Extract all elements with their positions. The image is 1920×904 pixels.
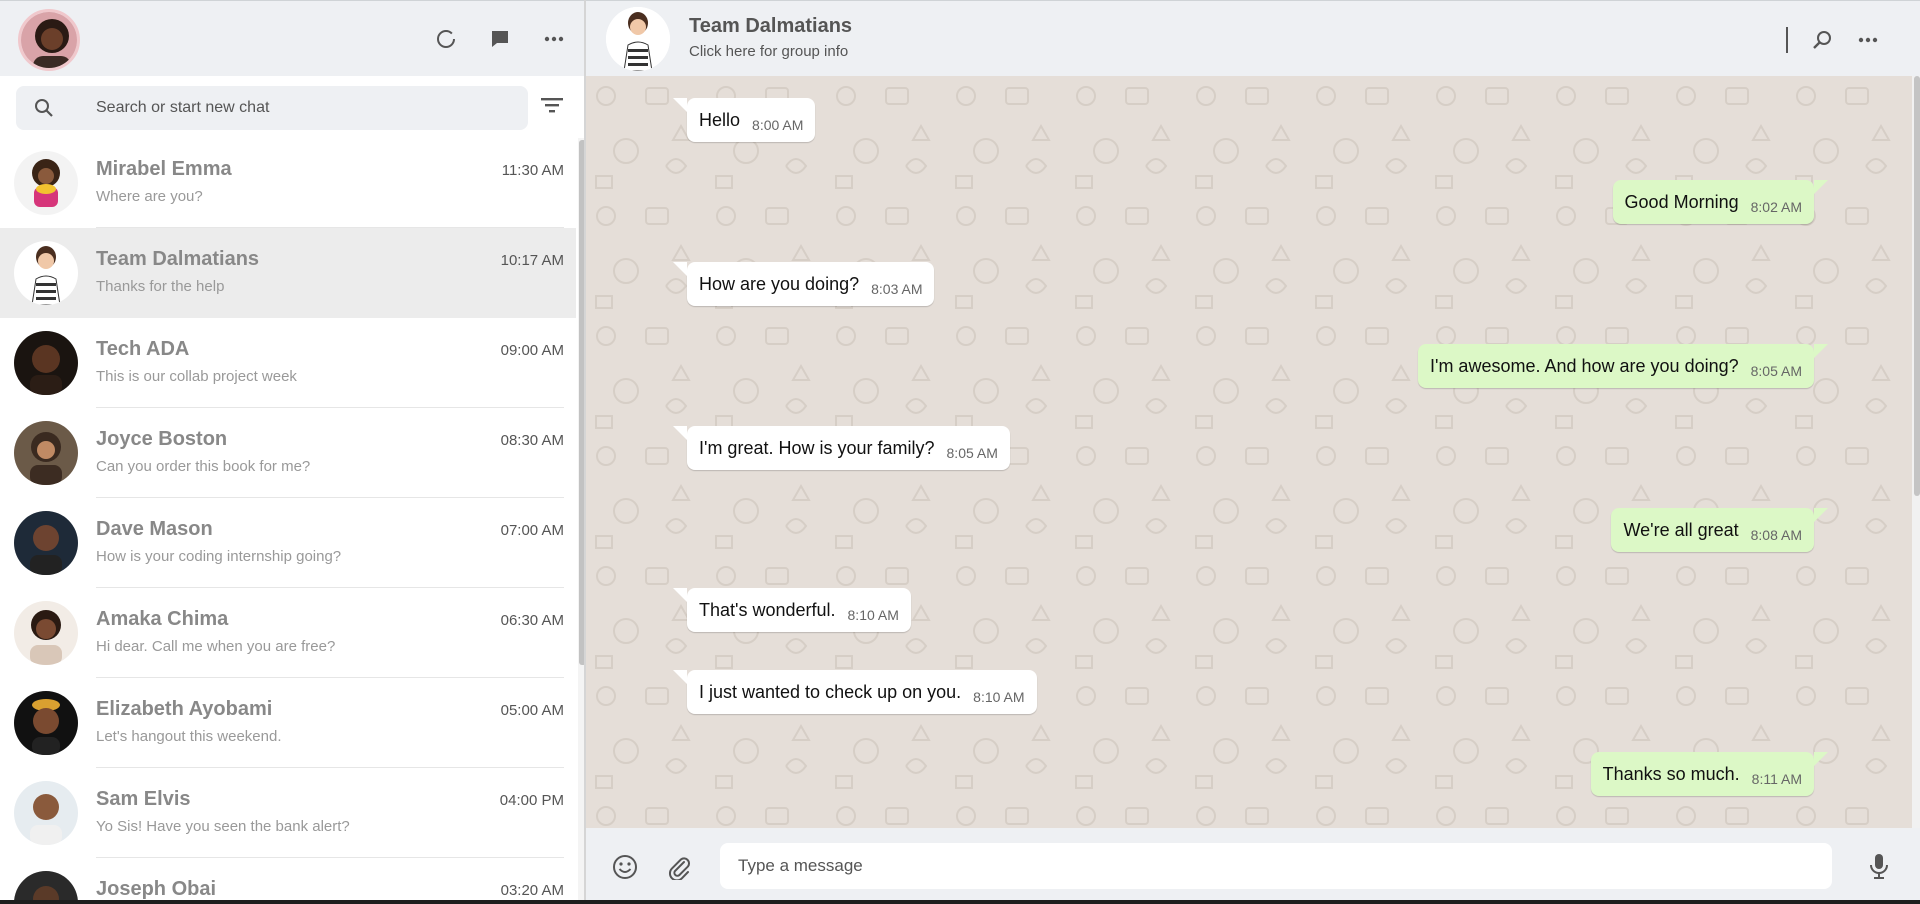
message-time: 8:03 AM — [871, 281, 923, 297]
message-text: I'm great. How is your family? — [699, 437, 935, 458]
incoming-message[interactable]: How are you doing? 8:03 AM — [672, 262, 935, 306]
message-text: Good Morning — [1624, 191, 1739, 212]
contact-avatar — [14, 781, 78, 845]
last-message: This is our collab project week — [96, 368, 297, 385]
message-time: 05:00 AM — [500, 702, 564, 719]
message-time: 8:05 AM — [1750, 363, 1802, 379]
chat-list-item[interactable]: Elizabeth Ayobami Let's hangout this wee… — [0, 678, 576, 768]
conversation-subtitle: Click here for group info — [689, 43, 849, 60]
contact-name: Team Dalmatians — [96, 248, 260, 270]
contact-name: Elizabeth Ayobami — [96, 698, 273, 720]
chat-list-item[interactable]: Dave Mason How is your coding internship… — [0, 498, 576, 588]
my-avatar[interactable] — [18, 9, 80, 71]
chat-list-item[interactable]: Tech ADA This is our collab project week… — [0, 318, 576, 408]
contact-avatar — [14, 421, 78, 485]
chat-list-item[interactable]: Joyce Boston Can you order this book for… — [0, 408, 576, 498]
contact-name: Dave Mason — [96, 518, 213, 540]
group-avatar[interactable] — [606, 7, 670, 71]
message-text: We're all great — [1623, 519, 1739, 540]
chat-list-item-active[interactable]: Team Dalmatians Thanks for the help 10:1… — [0, 228, 576, 318]
incoming-message[interactable]: That's wonderful. 8:10 AM — [673, 588, 911, 632]
last-message: Can you order this book for me? — [96, 458, 311, 475]
message-time: 04:00 PM — [499, 792, 564, 809]
menu-icon[interactable] — [542, 27, 566, 51]
message-text: I just wanted to check up on you. — [699, 681, 962, 702]
chat-list-scroll-thumb[interactable] — [579, 140, 584, 665]
message-time: 09:00 AM — [500, 342, 564, 359]
search-input[interactable] — [96, 86, 516, 130]
message-area[interactable]: Hello 8:00 AM Good Morning 8:02 AM How a… — [586, 76, 1920, 828]
new-chat-icon[interactable] — [488, 27, 512, 51]
outgoing-message[interactable]: Thanks so much. 8:11 AM — [1590, 752, 1829, 796]
message-time: 10:17 AM — [500, 252, 564, 269]
message-time: 8:02 AM — [1750, 199, 1802, 215]
outgoing-message[interactable]: We're all great 8:08 AM — [1611, 508, 1828, 552]
chat-sidebar: Mirabel Emma Where are you? 11:30 AM Tea… — [0, 0, 586, 904]
message-time: 8:11 AM — [1751, 771, 1802, 787]
chat-list-item[interactable]: Amaka Chima Hi dear. Call me when you ar… — [0, 588, 576, 678]
contact-avatar — [14, 691, 78, 755]
contact-name: Mirabel Emma — [96, 158, 232, 180]
outgoing-message[interactable]: Good Morning 8:02 AM — [1612, 180, 1829, 224]
incoming-message[interactable]: I'm great. How is your family? 8:05 AM — [673, 426, 1010, 470]
message-area-scroll-thumb[interactable] — [1914, 76, 1920, 496]
contact-name: Sam Elvis — [96, 788, 191, 810]
emoji-icon[interactable] — [612, 854, 638, 885]
conversation-header[interactable]: Team Dalmatians Click here for group inf… — [586, 0, 1920, 76]
message-time: 8:10 AM — [973, 689, 1025, 705]
message-time: 8:10 AM — [847, 607, 899, 623]
contact-avatar — [14, 601, 78, 665]
conversation-panel: Team Dalmatians Click here for group inf… — [586, 0, 1920, 904]
last-message: Hi dear. Call me when you are free? — [96, 638, 336, 655]
group-avatar — [14, 241, 78, 305]
message-text: I'm awesome. And how are you doing? — [1430, 355, 1739, 376]
message-time: 07:00 AM — [500, 522, 564, 539]
message-time: 8:00 AM — [752, 117, 804, 133]
search-box — [16, 86, 528, 130]
sidebar-header — [0, 0, 584, 76]
contact-name: Amaka Chima — [96, 608, 229, 630]
message-text: How are you doing? — [699, 273, 860, 294]
attach-icon[interactable] — [666, 854, 692, 885]
composer-bar — [586, 828, 1920, 904]
chat-list-item[interactable]: Sam Elvis Yo Sis! Have you seen the bank… — [0, 768, 576, 858]
search-icon[interactable] — [34, 98, 54, 123]
message-text: Thanks so much. — [1602, 763, 1740, 784]
contact-name: Tech ADA — [96, 338, 190, 360]
message-input[interactable] — [720, 843, 1832, 889]
incoming-message[interactable]: Hello 8:00 AM — [672, 98, 816, 142]
message-text: Hello — [699, 109, 741, 130]
status-icon[interactable] — [434, 27, 458, 51]
message-time: 11:30 AM — [501, 162, 564, 179]
last-message: Where are you? — [96, 188, 203, 205]
message-time: 8:05 AM — [946, 445, 998, 461]
conversation-title: Team Dalmatians — [689, 15, 853, 37]
conversation-menu-icon[interactable] — [1856, 28, 1880, 52]
contact-avatar — [14, 511, 78, 575]
incoming-message[interactable]: I just wanted to check up on you. 8:10 A… — [673, 670, 1037, 714]
chat-list: Mirabel Emma Where are you? 11:30 AM Tea… — [0, 138, 576, 904]
contact-name: Joyce Boston — [96, 428, 228, 450]
window-bottom-edge — [0, 900, 1920, 904]
filter-icon[interactable] — [541, 96, 563, 119]
last-message: How is your coding internship going? — [96, 548, 342, 565]
chat-list-item[interactable]: Mirabel Emma Where are you? 11:30 AM — [0, 138, 576, 228]
search-messages-icon[interactable] — [1810, 28, 1834, 52]
chat-list-item[interactable]: Joseph Obai 03:20 AM — [0, 858, 576, 904]
message-time: 06:30 AM — [500, 612, 564, 629]
divider-icon — [1786, 27, 1788, 53]
contact-avatar — [14, 331, 78, 395]
contact-avatar — [14, 151, 78, 215]
message-time: 8:08 AM — [1750, 527, 1802, 543]
message-text: That's wonderful. — [699, 599, 836, 620]
message-time: 03:20 AM — [500, 882, 564, 899]
contact-name: Joseph Obai — [96, 878, 217, 900]
search-row — [0, 76, 584, 138]
last-message: Let's hangout this weekend. — [96, 728, 282, 745]
last-message: Yo Sis! Have you seen the bank alert? — [96, 818, 350, 835]
last-message: Thanks for the help — [96, 278, 225, 295]
message-time: 08:30 AM — [500, 432, 564, 449]
microphone-icon[interactable] — [1868, 852, 1890, 885]
outgoing-message[interactable]: I'm awesome. And how are you doing? 8:05… — [1418, 344, 1828, 388]
